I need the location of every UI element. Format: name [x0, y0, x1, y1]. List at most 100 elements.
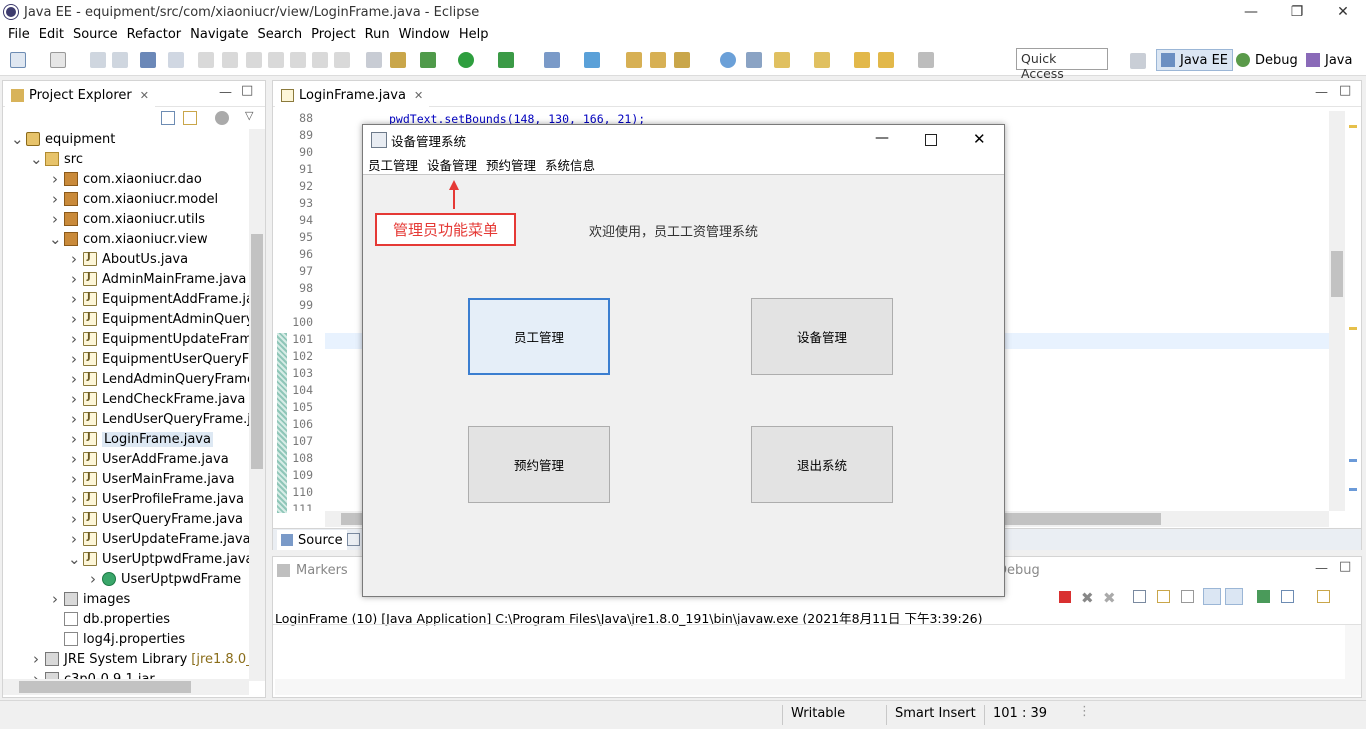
- remove-launch-icon[interactable]: ✖: [1081, 589, 1094, 607]
- reservation-management-button[interactable]: 预约管理: [468, 426, 610, 503]
- debug-icon[interactable]: [420, 52, 436, 68]
- tree-item[interactable]: › images: [3, 589, 130, 609]
- remove-all-icon[interactable]: ✖: [1103, 589, 1116, 607]
- exit-system-button[interactable]: 退出系统: [751, 426, 893, 503]
- console-icon[interactable]: [140, 52, 156, 68]
- chevron-right-icon[interactable]: ›: [87, 570, 99, 588]
- tree-item[interactable]: › c3p0-0.9.1.jar: [3, 669, 155, 679]
- tree-item[interactable]: › EquipmentUserQueryFra: [3, 349, 249, 369]
- chevron-right-icon[interactable]: ›: [49, 170, 61, 188]
- chevron-right-icon[interactable]: ›: [68, 350, 80, 368]
- menu-navigate[interactable]: Navigate: [190, 27, 248, 42]
- chevron-down-icon[interactable]: ⌄: [68, 550, 81, 568]
- chevron-right-icon[interactable]: ›: [49, 590, 61, 608]
- minimize-button[interactable]: —: [1228, 0, 1274, 24]
- chevron-right-icon[interactable]: ›: [68, 290, 80, 308]
- step-return-icon[interactable]: [334, 52, 350, 68]
- tree-item[interactable]: › UserAddFrame.java: [3, 449, 229, 469]
- menu-project[interactable]: Project: [311, 27, 355, 42]
- tree-item[interactable]: › UserUptpwdFrame: [3, 569, 241, 589]
- editor-vscroll[interactable]: [1329, 111, 1345, 511]
- menu-source[interactable]: Source: [73, 27, 118, 42]
- open-console-icon[interactable]: [1317, 590, 1330, 603]
- tree-item[interactable]: ⌄ com.xiaoniucr.view: [3, 229, 208, 249]
- explorer-hscroll[interactable]: [3, 679, 249, 695]
- new-wizard-icon[interactable]: [50, 52, 66, 68]
- swing-menu-equipment[interactable]: 设备管理: [427, 155, 477, 174]
- scroll-lock-icon[interactable]: [1157, 590, 1170, 603]
- prev-annotation-icon[interactable]: [814, 52, 830, 68]
- chevron-right-icon[interactable]: ›: [68, 330, 80, 348]
- minimize-console-icon[interactable]: —: [1315, 561, 1328, 576]
- menu-window[interactable]: Window: [399, 27, 450, 42]
- menu-help[interactable]: Help: [459, 27, 489, 42]
- staff-management-button[interactable]: 员工管理: [468, 298, 610, 375]
- link-editor-icon[interactable]: [183, 111, 197, 125]
- tree-item[interactable]: › AdminMainFrame.java: [3, 269, 246, 289]
- tree-item[interactable]: › UserProfileFrame.java: [3, 489, 244, 509]
- menu-edit[interactable]: Edit: [39, 27, 64, 42]
- swing-maximize-button[interactable]: [925, 134, 937, 146]
- perspective-javaee[interactable]: Java EE: [1156, 49, 1234, 71]
- swing-menu-staff[interactable]: 员工管理: [368, 155, 418, 174]
- run-icon[interactable]: [458, 52, 474, 68]
- swing-menu-reservation[interactable]: 预约管理: [486, 155, 536, 174]
- word-wrap-icon[interactable]: [1181, 590, 1194, 603]
- chevron-right-icon[interactable]: ›: [68, 250, 80, 268]
- last-edit-icon[interactable]: [854, 52, 870, 68]
- chevron-right-icon[interactable]: ›: [30, 670, 42, 679]
- tree-item[interactable]: › LendAdminQueryFrame.j: [3, 369, 249, 389]
- coverage-icon[interactable]: [498, 52, 514, 68]
- explorer-vscroll[interactable]: [249, 129, 265, 681]
- chevron-down-icon[interactable]: ⌄: [11, 130, 24, 148]
- tab-markers[interactable]: Markers: [277, 563, 348, 578]
- maximize-console-icon[interactable]: □: [1339, 559, 1351, 574]
- menu-search[interactable]: Search: [257, 27, 302, 42]
- tree-item[interactable]: ⌄ src: [3, 149, 83, 169]
- chevron-right-icon[interactable]: ›: [68, 490, 80, 508]
- display-console-icon[interactable]: [1281, 590, 1294, 603]
- back-icon[interactable]: [878, 52, 894, 68]
- new-java-project-icon[interactable]: [544, 52, 560, 68]
- console-hscroll[interactable]: [275, 679, 1347, 695]
- tree-item[interactable]: › LendUserQueryFrame.jav: [3, 409, 249, 429]
- tree-item[interactable]: › EquipmentAdminQueryF: [3, 309, 249, 329]
- swing-close-button[interactable]: ✕: [973, 130, 986, 148]
- save-all-icon[interactable]: [112, 52, 128, 68]
- clear-console-icon[interactable]: [1133, 590, 1146, 603]
- tree-item[interactable]: › UserMainFrame.java: [3, 469, 235, 489]
- maximize-editor-icon[interactable]: □: [1339, 83, 1351, 98]
- new-class-icon[interactable]: [584, 52, 600, 68]
- tab-source[interactable]: Source: [277, 530, 347, 550]
- perspective-debug[interactable]: Debug: [1232, 49, 1302, 71]
- quick-access-input[interactable]: Quick Access: [1016, 48, 1108, 81]
- chevron-right-icon[interactable]: ›: [68, 270, 80, 288]
- chevron-right-icon[interactable]: ›: [68, 410, 80, 428]
- terminate-icon[interactable]: [1059, 591, 1071, 603]
- tree-item[interactable]: › AboutUs.java: [3, 249, 188, 269]
- menu-file[interactable]: File: [8, 27, 30, 42]
- scroll-thumb[interactable]: [251, 234, 263, 469]
- chevron-right-icon[interactable]: ›: [68, 430, 80, 448]
- skip-breakpoints-icon[interactable]: [168, 52, 184, 68]
- menu-run[interactable]: Run: [365, 27, 390, 42]
- open-task-icon[interactable]: [650, 52, 666, 68]
- pin-console-icon[interactable]: [1257, 590, 1270, 603]
- mark-occurrences-icon[interactable]: [390, 52, 406, 68]
- tab-loginframe[interactable]: LoginFrame.java ✕: [275, 83, 430, 107]
- toggle-block-icon[interactable]: [366, 52, 382, 68]
- view-menu-icon[interactable]: ▽: [245, 109, 253, 122]
- disconnect-icon[interactable]: [268, 52, 284, 68]
- search-icon[interactable]: [674, 52, 690, 68]
- forward-icon[interactable]: [918, 52, 934, 68]
- console-vscroll[interactable]: [1345, 625, 1361, 695]
- web-browser-icon[interactable]: [720, 52, 736, 68]
- menu-refactor[interactable]: Refactor: [127, 27, 182, 42]
- next-annotation-icon[interactable]: [774, 52, 790, 68]
- show-on-error-icon[interactable]: [1225, 588, 1243, 605]
- tree-item[interactable]: › LoginFrame.java: [3, 429, 213, 449]
- chevron-right-icon[interactable]: ›: [68, 450, 80, 468]
- open-perspective-icon[interactable]: [1130, 53, 1146, 69]
- chevron-right-icon[interactable]: ›: [30, 650, 42, 668]
- equipment-management-button[interactable]: 设备管理: [751, 298, 893, 375]
